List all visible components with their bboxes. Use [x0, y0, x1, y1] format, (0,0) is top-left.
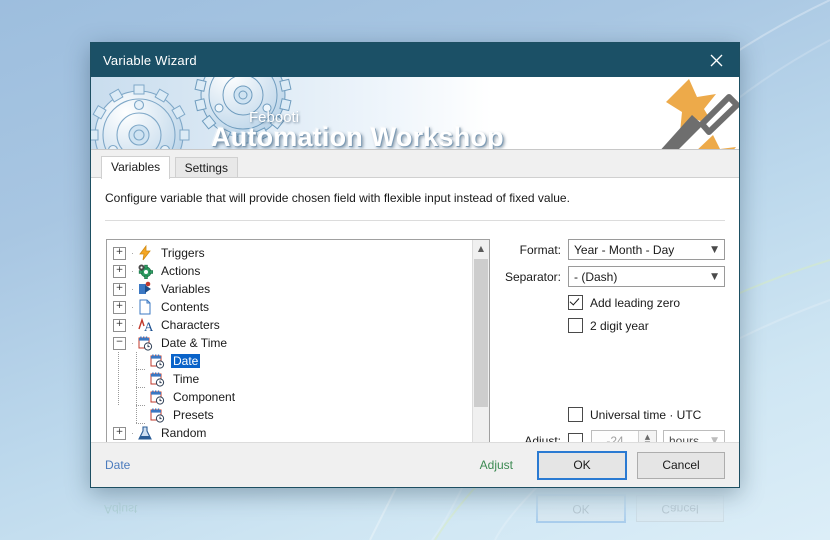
- title-bar: Variable Wizard: [91, 43, 739, 77]
- two-digit-year-row[interactable]: 2 digit year: [568, 318, 725, 333]
- expander-plus-icon[interactable]: +: [113, 264, 126, 278]
- expander-plus-icon[interactable]: +: [113, 426, 126, 440]
- dialog-content: Configure variable that will provide cho…: [91, 178, 739, 482]
- reflection-ok-button: OK: [536, 494, 626, 524]
- tree-item-actions[interactable]: + · Actions: [113, 262, 472, 280]
- separator-row: Separator: - (Dash) ▼: [499, 266, 725, 287]
- calendar-clock-icon: [149, 371, 167, 387]
- footer-date-link[interactable]: Date: [105, 458, 130, 472]
- scrollbar-thumb[interactable]: [474, 259, 488, 407]
- separator-value: - (Dash): [574, 269, 618, 284]
- document-icon: [137, 299, 155, 315]
- tree-item-contents[interactable]: + · Contents: [113, 298, 472, 316]
- two-digit-year-label: 2 digit year: [590, 318, 649, 333]
- variables-icon: [137, 281, 155, 297]
- calendar-clock-icon: [137, 335, 155, 351]
- tree-item-variables[interactable]: + · Variables: [113, 280, 472, 298]
- lightning-icon: [137, 244, 155, 261]
- utc-label: Universal time · UTC: [590, 407, 702, 422]
- tree-item-date[interactable]: Date: [113, 352, 472, 370]
- chevron-up-icon[interactable]: ▲: [473, 240, 489, 256]
- separator-label: Separator:: [504, 269, 561, 284]
- dialog-reflection: Adjust OK Cancel: [90, 487, 738, 537]
- utc-checkbox[interactable]: [568, 407, 583, 422]
- tree-item-characters[interactable]: + · A Characters: [113, 316, 472, 334]
- tree-item-label: Presets: [173, 408, 214, 422]
- tree-scrollbar[interactable]: ▲ ▼: [472, 240, 489, 460]
- tree-items[interactable]: + · Triggers + · Actions + · Variables +…: [107, 240, 472, 460]
- reflection-adjust-link: Adjust: [104, 502, 138, 516]
- expander-plus-icon[interactable]: +: [113, 246, 126, 260]
- tree-item-label: Characters: [161, 318, 220, 332]
- tree-item-label: Time: [173, 372, 200, 386]
- chevron-down-icon: ▼: [711, 244, 718, 255]
- gear-icon: [137, 263, 155, 280]
- window-title: Variable Wizard: [103, 52, 197, 68]
- add-leading-zero-label: Add leading zero: [590, 295, 681, 310]
- calendar-clock-icon: [149, 407, 167, 423]
- tree-item-label: Triggers: [161, 246, 205, 260]
- close-icon[interactable]: [694, 43, 739, 77]
- tree-item-label: Date: [171, 354, 201, 368]
- calendar-clock-icon: [149, 389, 167, 405]
- flask-icon: [137, 425, 155, 441]
- tree-item-label: Variables: [161, 282, 211, 296]
- add-leading-zero-row[interactable]: Add leading zero: [568, 295, 725, 310]
- tree-item-triggers[interactable]: + · Triggers: [113, 244, 472, 262]
- tree-item-component[interactable]: Component: [113, 388, 472, 406]
- ok-button[interactable]: OK: [537, 450, 627, 480]
- format-select[interactable]: Year - Month - Day ▼: [568, 239, 725, 260]
- tab-settings[interactable]: Settings: [174, 157, 238, 179]
- footer-adjust-link[interactable]: Adjust: [480, 458, 513, 472]
- tree-item-time[interactable]: Time: [113, 370, 472, 388]
- expander-minus-icon[interactable]: −: [113, 336, 126, 350]
- format-label: Format:: [519, 242, 561, 257]
- tree-item-label: Random: [161, 426, 207, 440]
- tree-item-label: Date & Time: [161, 336, 228, 350]
- add-leading-zero-checkbox[interactable]: [568, 295, 583, 310]
- chevron-down-icon: ▼: [711, 271, 718, 282]
- variable-tree[interactable]: + · Triggers + · Actions + · Variables +…: [106, 239, 490, 461]
- tree-item-presets[interactable]: Presets: [113, 406, 472, 424]
- characters-icon: A: [137, 317, 155, 334]
- expander-plus-icon[interactable]: +: [113, 318, 126, 332]
- divider: [105, 220, 725, 221]
- format-value: Year - Month - Day: [574, 242, 675, 257]
- reflection-cancel-button: Cancel: [636, 495, 724, 523]
- product-banner: Febooti Automation Workshop: [91, 77, 739, 150]
- cancel-button[interactable]: Cancel: [637, 451, 725, 479]
- tree-item-date-time[interactable]: − · Date & Time: [113, 334, 472, 352]
- variable-wizard-dialog: Variable Wizard Febooti Automation Works…: [90, 42, 740, 488]
- dialog-footer: Date Adjust OK Cancel: [91, 442, 739, 487]
- expander-plus-icon[interactable]: +: [113, 300, 126, 314]
- tree-item-label: Actions: [161, 264, 201, 278]
- brand-title: Automation Workshop: [211, 122, 504, 150]
- two-digit-year-checkbox[interactable]: [568, 318, 583, 333]
- tree-item-random[interactable]: + · Random: [113, 424, 472, 442]
- tree-item-label: Component: [173, 390, 236, 404]
- tab-variables[interactable]: Variables: [101, 156, 171, 179]
- calendar-clock-icon: [149, 353, 167, 369]
- utc-row[interactable]: Universal time · UTC: [568, 407, 725, 422]
- format-row: Format: Year - Month - Day ▼: [499, 239, 725, 260]
- separator-select[interactable]: - (Dash) ▼: [568, 266, 725, 287]
- description-text: Configure variable that will provide cho…: [105, 191, 570, 205]
- expander-plus-icon[interactable]: +: [113, 282, 126, 296]
- tree-item-label: Contents: [161, 300, 210, 314]
- tab-strip: Variables Settings: [91, 150, 739, 179]
- svg-text:A: A: [144, 319, 153, 333]
